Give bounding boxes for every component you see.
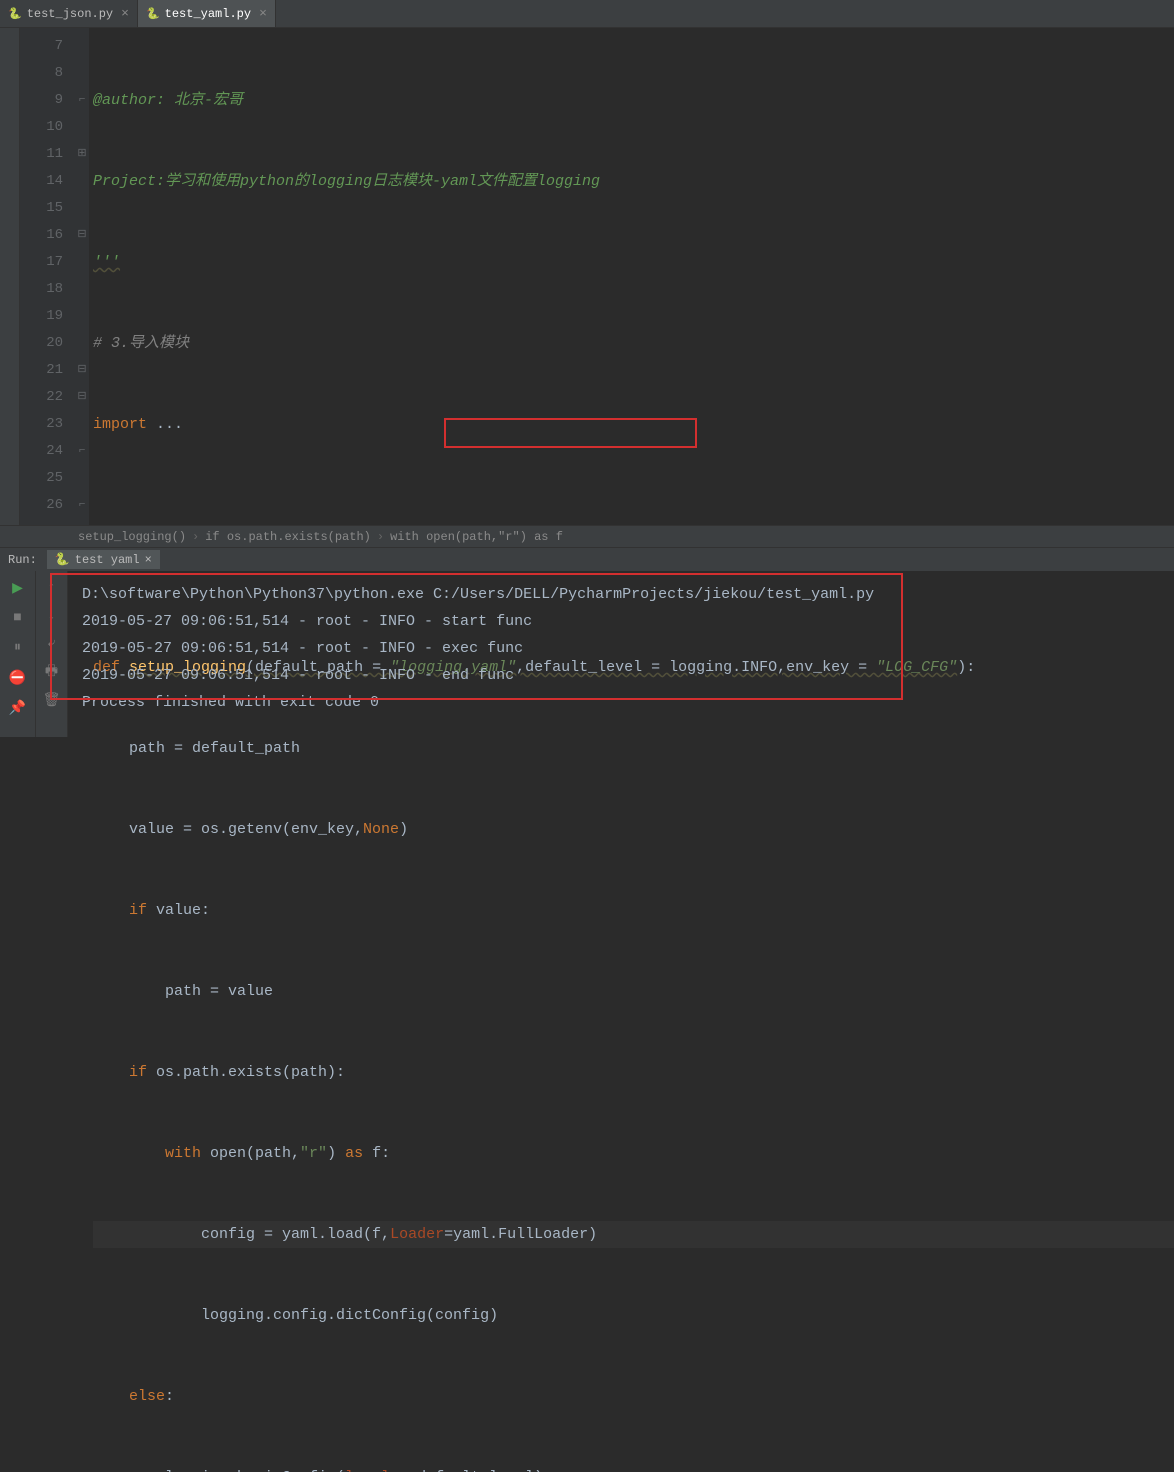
line-number: 24 xyxy=(20,438,63,465)
console-output[interactable]: D:\software\Python\Python37\python.exe C… xyxy=(68,571,1174,737)
python-file-icon: 🐍 xyxy=(8,7,22,21)
line-number: 15 xyxy=(20,195,63,222)
code-text: value: xyxy=(156,902,210,919)
code-text: logging.basicConfig( xyxy=(93,1469,345,1472)
line-number: 11 xyxy=(20,141,63,168)
python-file-icon: 🐍 xyxy=(55,552,70,567)
pin-icon[interactable]: 📌 xyxy=(9,699,27,717)
run-label: Run: xyxy=(8,553,37,567)
fold-marker-icon[interactable]: ⌐ xyxy=(75,87,89,114)
code-text: ... xyxy=(147,416,183,433)
line-number: 20 xyxy=(20,330,63,357)
exit-icon[interactable]: ⛔ xyxy=(9,669,27,687)
code-text: path = value xyxy=(93,983,273,1000)
code-text: value = os.getenv(env_key, xyxy=(93,821,363,838)
pause-icon[interactable]: ⏸ xyxy=(9,639,27,657)
close-icon[interactable]: × xyxy=(121,6,129,21)
fold-end-icon[interactable]: ⌐ xyxy=(75,438,89,465)
run-tool-window: Run: 🐍 test yaml × ▶ ■ ⏸ ⛔ 📌 ↑ ↓ ⤶ 🖶 🗑 D… xyxy=(0,547,1174,737)
rerun-icon[interactable]: ▶ xyxy=(9,579,27,597)
expand-marker-icon[interactable]: ⊞ xyxy=(75,141,89,168)
fold-column: ⌐ ⊞ ⊟ ⊟ ⊟ ⌐ ⌐ xyxy=(75,28,89,525)
line-number: 8 xyxy=(20,60,63,87)
run-toolbar-left: ▶ ■ ⏸ ⛔ 📌 xyxy=(0,571,36,737)
code-text: level xyxy=(345,1469,390,1472)
line-number: 18 xyxy=(20,276,63,303)
output-line: 2019-05-27 09:06:51,514 - root - INFO - … xyxy=(82,662,1160,689)
print-icon[interactable]: 🖶 xyxy=(43,663,61,681)
python-file-icon: 🐍 xyxy=(146,7,160,21)
wrap-icon[interactable]: ⤶ xyxy=(43,635,61,653)
output-line: 2019-05-27 09:06:51,514 - root - INFO - … xyxy=(82,608,1160,635)
trash-icon[interactable]: 🗑 xyxy=(43,691,61,709)
code-text: =yaml.FullLoader) xyxy=(444,1226,597,1243)
code-text: Project:学习和使用python的logging日志模块-yaml文件配置… xyxy=(93,173,600,190)
code-text: path = default_path xyxy=(93,740,300,757)
close-icon[interactable]: × xyxy=(259,6,267,21)
line-number: 25 xyxy=(20,465,63,492)
code-text: ''' xyxy=(93,254,120,271)
code-content[interactable]: @author: 北京-宏哥 Project:学习和使用python的loggi… xyxy=(89,28,1174,525)
code-text: "r" xyxy=(300,1145,327,1162)
line-number: 26 xyxy=(20,492,63,519)
code-text: logging.config.dictConfig(config) xyxy=(93,1307,498,1324)
line-number: 14 xyxy=(20,168,63,195)
code-text: ) xyxy=(399,821,408,838)
line-number: 7 xyxy=(20,33,63,60)
line-number: 23 xyxy=(20,411,63,438)
tab-test-yaml[interactable]: 🐍 test_yaml.py × xyxy=(138,0,276,27)
line-number: 21 xyxy=(20,357,63,384)
output-line: Process finished with exit code 0 xyxy=(82,689,1160,716)
line-number-gutter: 7 8 9 10 11 14 15 16 17 18 19 20 21 22 2… xyxy=(20,28,75,525)
line-number: 19 xyxy=(20,303,63,330)
output-line: 2019-05-27 09:06:51,514 - root - INFO - … xyxy=(82,635,1160,662)
output-line: D:\software\Python\Python37\python.exe C… xyxy=(82,581,1160,608)
down-arrow-icon[interactable]: ↓ xyxy=(43,607,61,625)
line-number: 22 xyxy=(20,384,63,411)
code-text: os.path.exists(path): xyxy=(156,1064,345,1081)
code-text: Loader xyxy=(390,1226,444,1243)
left-edge-bar xyxy=(0,28,20,525)
code-text: default_level) xyxy=(417,1469,543,1472)
code-text: None xyxy=(363,821,399,838)
fold-end-icon[interactable]: ⌐ xyxy=(75,492,89,519)
tab-test-json[interactable]: 🐍 test_json.py × xyxy=(0,0,138,27)
code-text: if xyxy=(129,902,156,919)
code-text: as xyxy=(345,1145,372,1162)
line-number: 10 xyxy=(20,114,63,141)
code-text: with xyxy=(165,1145,210,1162)
code-text: # 3.导入模块 xyxy=(93,335,189,352)
fold-marker-icon[interactable]: ⊟ xyxy=(75,222,89,249)
code-text: else xyxy=(129,1388,165,1405)
tab-label: test_json.py xyxy=(27,7,113,21)
code-text: = xyxy=(390,1469,417,1472)
code-text: @author: 北京-宏哥 xyxy=(93,92,243,109)
line-number: 9 xyxy=(20,87,63,114)
tab-label: test_yaml.py xyxy=(165,7,251,21)
up-arrow-icon[interactable]: ↑ xyxy=(43,579,61,597)
code-text: open(path, xyxy=(210,1145,300,1162)
fold-marker-icon[interactable]: ⊟ xyxy=(75,357,89,384)
code-text: if xyxy=(129,1064,156,1081)
stop-icon[interactable]: ■ xyxy=(9,609,27,627)
code-text: config = yaml.load(f, xyxy=(93,1226,390,1243)
code-text: ) xyxy=(327,1145,345,1162)
line-number: 16 xyxy=(20,222,63,249)
code-text: : xyxy=(165,1388,174,1405)
editor-tab-bar: 🐍 test_json.py × 🐍 test_yaml.py × xyxy=(0,0,1174,28)
code-text: f: xyxy=(372,1145,390,1162)
run-toolbar-inner: ↑ ↓ ⤶ 🖶 🗑 xyxy=(36,571,68,737)
code-text: import xyxy=(93,416,147,433)
line-number: 17 xyxy=(20,249,63,276)
fold-marker-icon[interactable]: ⊟ xyxy=(75,384,89,411)
code-editor: 7 8 9 10 11 14 15 16 17 18 19 20 21 22 2… xyxy=(0,28,1174,525)
